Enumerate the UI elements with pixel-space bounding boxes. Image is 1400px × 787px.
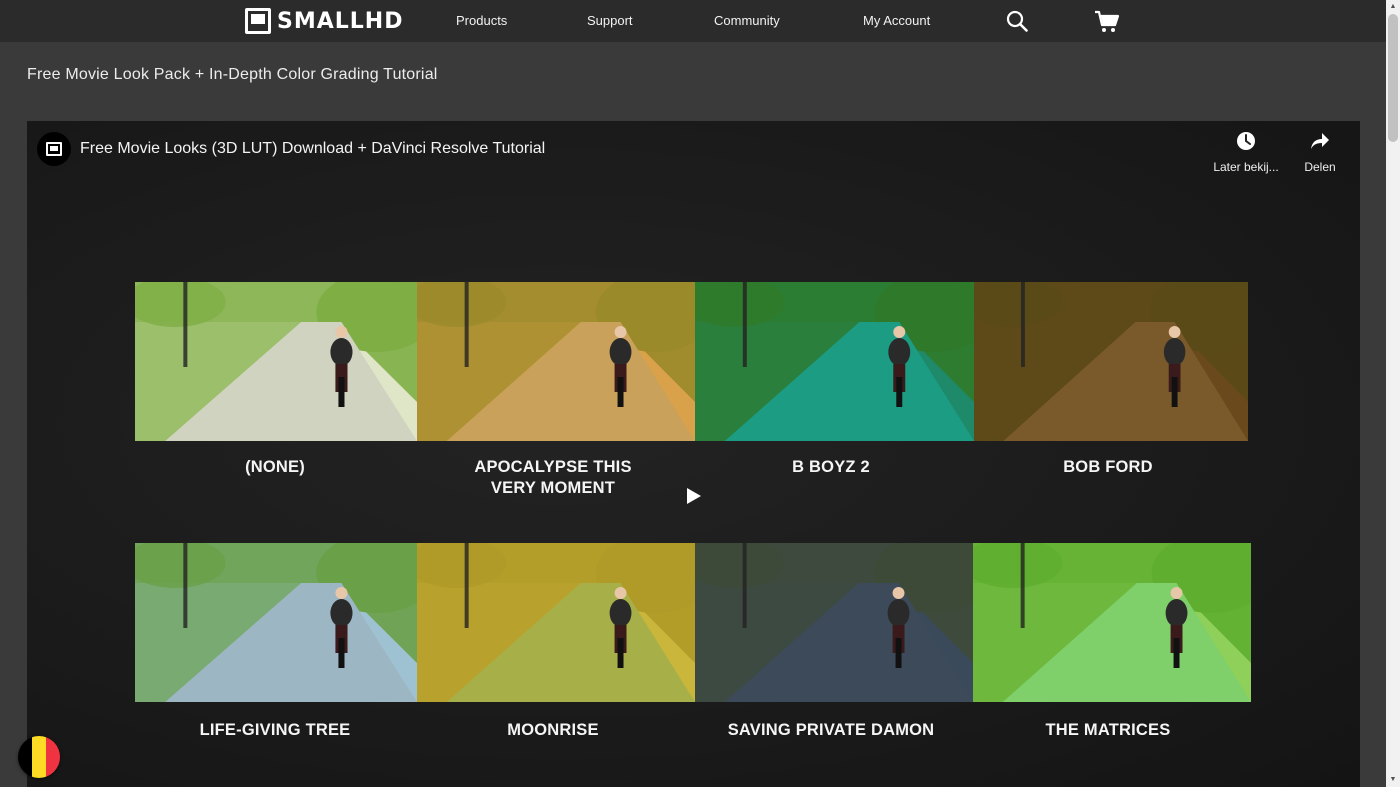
look-label: SAVING PRIVATE DAMON [727, 721, 935, 739]
nav-products[interactable]: Products [456, 13, 507, 28]
flag-stripe [32, 736, 46, 778]
flag-stripe [18, 736, 32, 778]
look-label: MOONRISE [507, 721, 599, 739]
video-player[interactable]: Free Movie Looks (3D LUT) Download + DaV… [27, 121, 1360, 787]
look-label: (NONE) [245, 458, 305, 476]
cart-icon[interactable] [1094, 10, 1120, 39]
scroll-thumb[interactable] [1388, 14, 1398, 142]
play-button[interactable] [667, 477, 721, 515]
look-thumbnail [135, 543, 417, 702]
look-thumbnail [695, 282, 974, 441]
share-button[interactable]: Delen [1280, 131, 1360, 174]
watch-later-button[interactable]: Later bekij... [1206, 131, 1286, 174]
look-thumbnail [695, 543, 973, 702]
look-thumbnail [135, 282, 417, 441]
smallhd-logo[interactable]: SMALLHD [245, 8, 403, 34]
channel-logo-icon [46, 142, 62, 156]
look-label: LIFE-GIVING TREE [199, 721, 351, 739]
nav-community[interactable]: Community [714, 13, 780, 28]
page-scrollbar[interactable]: ▲ ▼ [1386, 0, 1400, 787]
search-icon[interactable] [1006, 10, 1028, 37]
video-title[interactable]: Free Movie Looks (3D LUT) Download + DaV… [80, 140, 545, 158]
look-label: BOB FORD [1063, 458, 1153, 476]
scroll-down-icon[interactable]: ▼ [1386, 774, 1400, 786]
look-label: B BOYZ 2 [792, 458, 870, 476]
channel-avatar[interactable] [37, 132, 71, 166]
look-label: THE MATRICES [1045, 721, 1171, 739]
nav-my-account[interactable]: My Account [863, 13, 930, 28]
page-title: Free Movie Look Pack + In-Depth Color Gr… [27, 66, 438, 83]
language-flag-button[interactable] [18, 736, 60, 778]
play-icon [687, 488, 701, 504]
watch-later-label: Later bekij... [1213, 160, 1279, 174]
look-thumbnail [973, 543, 1251, 702]
top-navigation: SMALLHD Products Support Community My Ac… [0, 0, 1386, 42]
look-thumbnail [417, 543, 695, 702]
logo-mark-icon [245, 8, 271, 34]
share-icon [1311, 133, 1329, 149]
look-label: APOCALYPSE THIS VERY MOMENT [474, 458, 632, 497]
clock-icon [1237, 132, 1255, 150]
nav-support[interactable]: Support [587, 13, 633, 28]
look-thumbnail [417, 282, 695, 441]
logo-text: SMALLHD [277, 8, 404, 34]
scroll-up-icon[interactable]: ▲ [1386, 1, 1400, 13]
look-thumbnail [974, 282, 1248, 441]
share-label: Delen [1304, 160, 1336, 174]
